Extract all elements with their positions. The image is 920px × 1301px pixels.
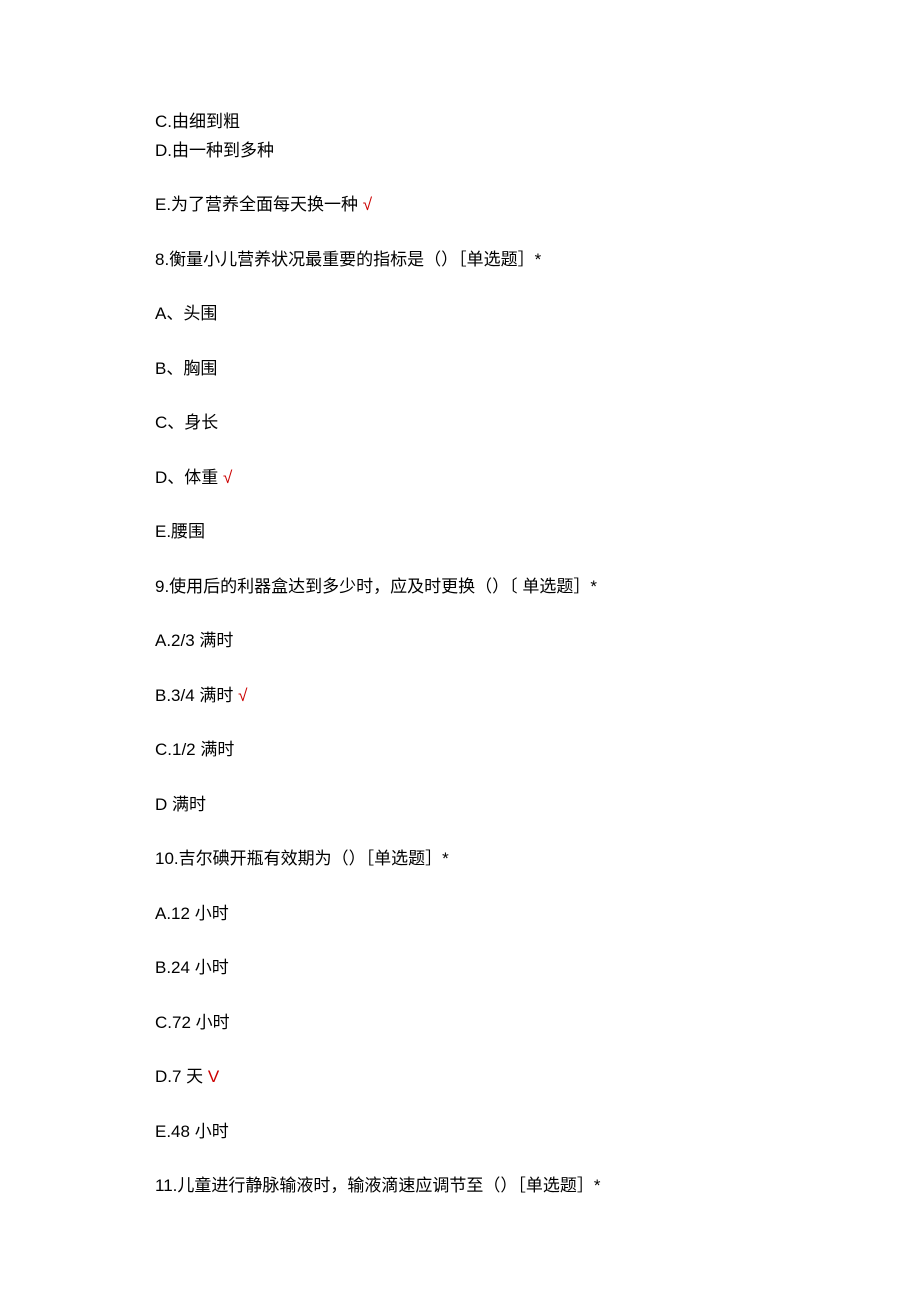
q10-option-a: A.12 小时 (155, 901, 765, 927)
check-icon: √ (363, 195, 372, 214)
q8-option-a: A、头围 (155, 301, 765, 327)
q7-option-d: D.由一种到多种 (155, 138, 765, 164)
q9-option-c: C.1/2 满时 (155, 737, 765, 763)
check-icon: √ (223, 468, 232, 487)
q8-option-d: D、体重 √ (155, 465, 765, 491)
check-icon: V (208, 1067, 219, 1086)
q9-option-b-text: B.3/4 满时 (155, 686, 238, 705)
q10-option-b: B.24 小时 (155, 955, 765, 981)
q7-option-e-text: E.为了营养全面每天换一种 (155, 195, 363, 214)
q10-option-d-text: D.7 天 (155, 1067, 208, 1086)
q8-option-d-text: D、体重 (155, 468, 223, 487)
q11-stem: 11.儿童进行静脉输液时，输液滴速应调节至（）［单选题］* (155, 1173, 765, 1199)
q7-option-e: E.为了营养全面每天换一种 √ (155, 192, 765, 218)
q10-option-c: C.72 小时 (155, 1010, 765, 1036)
q9-stem: 9.使用后的利器盒达到多少时，应及时更换（）〔 单选题］* (155, 574, 765, 600)
q9-option-d: D 满时 (155, 792, 765, 818)
q7-option-c: C.由细到粗 (155, 110, 765, 134)
q8-stem: 8.衡量小儿营养状况最重要的指标是（）［单选题］* (155, 247, 765, 273)
q8-option-e: E.腰围 (155, 519, 765, 545)
q9-option-b: B.3/4 满时 √ (155, 683, 765, 709)
check-icon: √ (238, 686, 247, 705)
q10-stem: 10.吉尔碘开瓶有效期为（）［单选题］* (155, 846, 765, 872)
q8-option-b: B、胸围 (155, 356, 765, 382)
q10-option-d: D.7 天 V (155, 1064, 765, 1090)
q9-option-a: A.2/3 满时 (155, 628, 765, 654)
q8-option-c: C、身长 (155, 410, 765, 436)
q10-option-e: E.48 小时 (155, 1119, 765, 1145)
